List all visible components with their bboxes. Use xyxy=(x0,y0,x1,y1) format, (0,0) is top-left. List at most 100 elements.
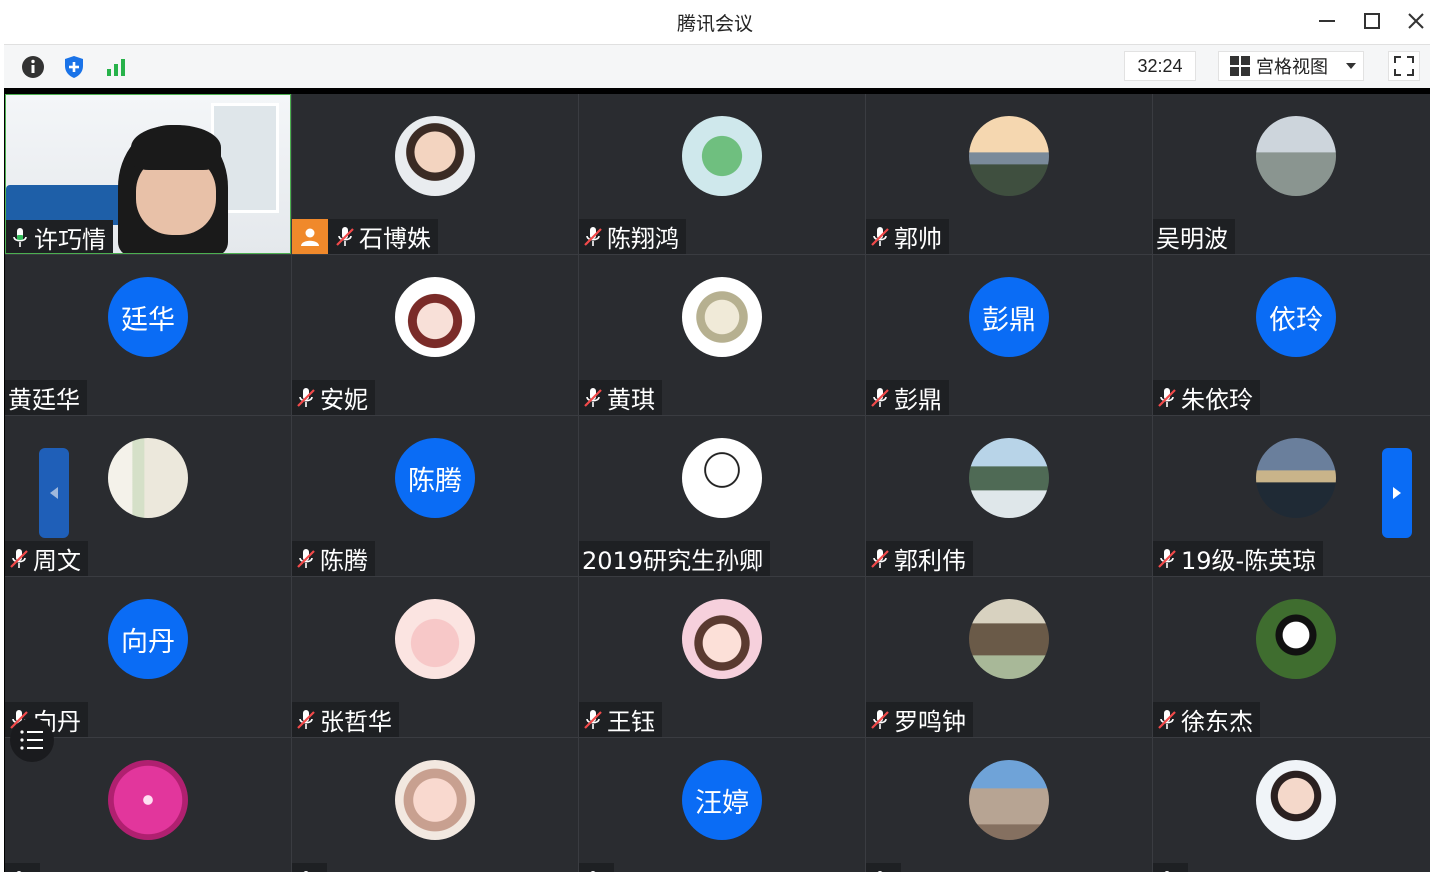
participant-tile[interactable]: 陈翔鸿 xyxy=(579,94,865,254)
participant-tile[interactable]: 许巧情 xyxy=(5,94,291,254)
participant-name-bar xyxy=(866,863,901,872)
microphone-muted-icon xyxy=(10,548,28,568)
participant-tile[interactable]: 依玲 朱依玲 xyxy=(1153,255,1430,415)
mic-status-muted xyxy=(1156,385,1178,411)
maximize-button[interactable] xyxy=(1356,6,1388,36)
previous-page-button[interactable] xyxy=(39,448,69,538)
fullscreen-button[interactable] xyxy=(1388,51,1420,81)
participant-name: 石博姝 xyxy=(359,225,431,253)
chevron-down-icon xyxy=(1346,63,1356,69)
participant-tile[interactable]: 汪婷 xyxy=(579,738,865,872)
participant-name: 周文 xyxy=(33,547,81,575)
participant-name: 彭鼎 xyxy=(894,386,942,414)
participant-tile[interactable]: 安妮 xyxy=(292,255,578,415)
avatar xyxy=(682,438,762,518)
view-mode-select[interactable]: 宫格视图 xyxy=(1218,51,1364,81)
participant-tile[interactable]: 郭利伟 xyxy=(866,416,1152,576)
participant-name: 罗鸣钟 xyxy=(894,708,966,736)
participant-name: 陈腾 xyxy=(320,547,368,575)
avatar: 汪婷 xyxy=(682,760,762,840)
participant-tile[interactable] xyxy=(1153,738,1430,872)
info-button[interactable] xyxy=(20,54,46,80)
mic-status-muted xyxy=(582,707,604,733)
microphone-muted-icon xyxy=(297,548,315,568)
participant-tile[interactable]: 王钰 xyxy=(579,577,865,737)
participant-tile[interactable]: 黄琪 xyxy=(579,255,865,415)
microphone-muted-icon xyxy=(871,548,889,568)
microphone-active-icon xyxy=(13,227,27,247)
participant-name: 郭利伟 xyxy=(894,547,966,575)
network-button[interactable] xyxy=(103,54,129,80)
chevron-right-icon xyxy=(1393,487,1401,499)
avatar xyxy=(108,438,188,518)
participant-name: 许巧情 xyxy=(34,226,106,254)
maximize-icon xyxy=(1364,13,1380,29)
participant-name: 徐东杰 xyxy=(1181,708,1253,736)
next-page-button[interactable] xyxy=(1382,448,1412,538)
minimize-button[interactable] xyxy=(1311,6,1343,36)
avatar: 陈腾 xyxy=(395,438,475,518)
participant-name-bar: 陈腾 xyxy=(292,541,375,576)
window-bottom-edge xyxy=(0,872,1430,884)
participant-tile[interactable]: 石博姝 xyxy=(292,94,578,254)
participant-name: 郭帅 xyxy=(894,225,942,253)
participant-tile[interactable]: 罗鸣钟 xyxy=(866,577,1152,737)
close-icon xyxy=(1408,13,1424,29)
person-icon xyxy=(301,228,319,246)
close-button[interactable] xyxy=(1400,6,1430,36)
participant-name: 陈翔鸿 xyxy=(607,225,679,253)
participant-tile[interactable]: 彭鼎 彭鼎 xyxy=(866,255,1152,415)
participant-tile[interactable]: 向丹 向丹 xyxy=(5,577,291,737)
avatar xyxy=(682,116,762,196)
mic-status-muted xyxy=(869,546,891,572)
avatar xyxy=(969,760,1049,840)
participant-tile[interactable] xyxy=(5,738,291,872)
participant-name-bar: 罗鸣钟 xyxy=(866,702,973,737)
participant-list-button[interactable] xyxy=(10,718,54,762)
participant-name-bar: 石博姝 xyxy=(292,219,438,254)
participant-tile[interactable]: 廷华 黄廷华 xyxy=(5,255,291,415)
participant-name-bar xyxy=(579,863,614,872)
participant-tile[interactable]: 2019研究生孙卿 xyxy=(579,416,865,576)
participant-name-bar: 周文 xyxy=(5,541,88,576)
mic-status-muted xyxy=(582,224,604,250)
meeting-timer: 32:24 xyxy=(1124,51,1196,81)
participant-tile[interactable] xyxy=(292,738,578,872)
mic-status-on xyxy=(9,225,31,251)
participant-tile[interactable] xyxy=(866,738,1152,872)
chevron-left-icon xyxy=(50,487,58,499)
participant-grid: 许巧情 石博姝 陈翔鸿 郭帅 吴明波 廷华 黄廷华 安妮 黄琪 彭鼎 彭鼎 依玲 朱依玲 周文 陈腾 陈腾 20… xyxy=(5,94,1430,872)
list-icon xyxy=(20,730,43,750)
fullscreen-icon xyxy=(1394,56,1414,76)
participant-name-bar: 19级-陈英琼 xyxy=(1153,541,1324,576)
avatar xyxy=(1256,760,1336,840)
participant-name-bar: 许巧情 xyxy=(6,220,113,254)
participant-name: 吴明波 xyxy=(1156,225,1228,253)
participant-name-bar: 安妮 xyxy=(292,380,375,415)
mic-status-muted xyxy=(8,546,30,572)
participant-tile[interactable]: 陈腾 陈腾 xyxy=(292,416,578,576)
participant-name-bar: 吴明波 xyxy=(1153,219,1235,254)
participant-tile[interactable]: 郭帅 xyxy=(866,94,1152,254)
avatar xyxy=(682,599,762,679)
participant-tile[interactable]: 徐东杰 xyxy=(1153,577,1430,737)
participant-name-bar: 王钰 xyxy=(579,702,662,737)
security-button[interactable] xyxy=(61,54,87,80)
participant-name-bar: 2019研究生孙卿 xyxy=(579,541,771,576)
participant-name: 安妮 xyxy=(320,386,368,414)
mic-status-muted xyxy=(869,707,891,733)
avatar xyxy=(1256,599,1336,679)
mic-status-muted xyxy=(334,224,356,250)
participant-tile[interactable]: 张哲华 xyxy=(292,577,578,737)
avatar: 彭鼎 xyxy=(969,277,1049,357)
minimize-icon xyxy=(1319,20,1335,22)
avatar xyxy=(969,116,1049,196)
participant-tile[interactable]: 吴明波 xyxy=(1153,94,1430,254)
window-title: 腾讯会议 xyxy=(676,13,753,35)
participant-name: 黄廷华 xyxy=(8,386,80,414)
participant-name-bar xyxy=(292,863,327,872)
microphone-muted-icon xyxy=(336,226,354,246)
mic-status-muted xyxy=(869,385,891,411)
avatar xyxy=(395,599,475,679)
participant-name-bar: 黄廷华 xyxy=(5,380,87,415)
